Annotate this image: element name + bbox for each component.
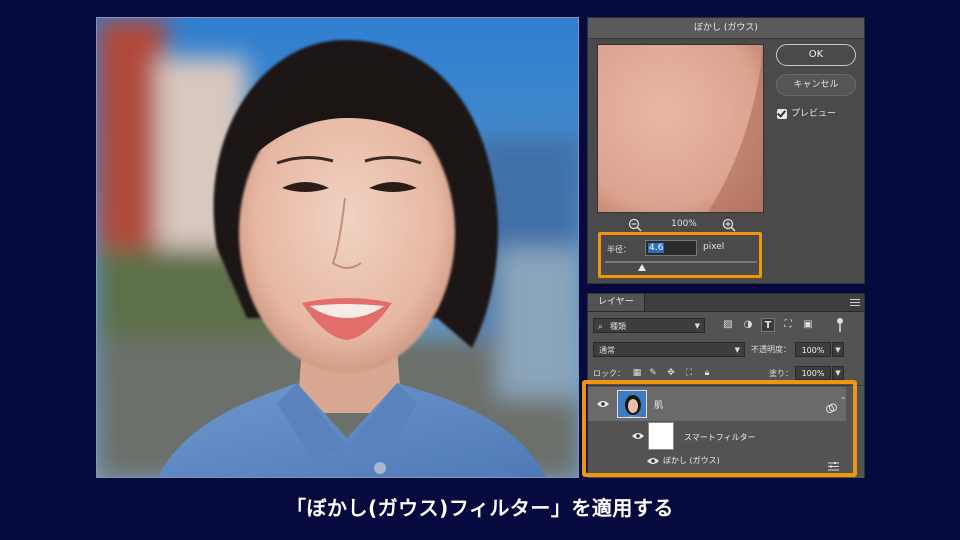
filter-toggle[interactable] (837, 318, 843, 332)
radius-unit: pixel (703, 242, 725, 252)
radius-slider-thumb[interactable] (638, 264, 646, 271)
preview-checkbox[interactable]: プレビュー (777, 106, 836, 120)
ok-button[interactable]: OK (776, 44, 856, 66)
checkbox-checked-icon[interactable] (777, 108, 787, 119)
gaussian-blur-dialog: ぼかし (ガウス) 100% OK キャンセル プレビュー 半径： 4.6 pi… (587, 17, 865, 284)
kind-filter-select[interactable]: ⌕ 種類 ▼ (593, 318, 705, 333)
smart-object-filter-icon[interactable]: ▣ (801, 318, 815, 332)
radius-value: 4.6 (648, 243, 665, 253)
type-filter-icon[interactable]: T (761, 318, 775, 332)
fill-label: 塗り： (769, 369, 793, 378)
chevron-down-icon: ▼ (694, 322, 700, 330)
blend-mode-select[interactable]: 通常 ▼ (593, 342, 745, 357)
kind-filter-value: 種類 (610, 322, 626, 331)
toggle-stem (839, 323, 841, 332)
layers-panel-header: レイヤー (588, 294, 864, 312)
cancel-button[interactable]: キャンセル (776, 74, 856, 96)
fill-input[interactable]: 100% (795, 366, 831, 380)
fill-chevron-icon[interactable]: ▼ (832, 366, 844, 380)
chevron-down-icon: ▼ (734, 346, 740, 354)
blend-mode-value: 通常 (599, 346, 615, 355)
preview-label: プレビュー (791, 109, 837, 119)
zoom-level: 100% (671, 219, 697, 229)
zoom-out-icon[interactable] (628, 217, 642, 232)
filter-row: ⌕ 種類 ▼ ▨ ◑ T ⛶ ▣ (593, 318, 861, 334)
radius-slider-track[interactable] (605, 261, 757, 263)
image-filter-icon[interactable]: ▨ (721, 318, 735, 332)
blur-preview[interactable] (597, 44, 764, 213)
lock-all-icon[interactable]: 🔒︎ (701, 367, 713, 379)
lock-position-icon[interactable]: ✥ (665, 367, 677, 379)
layer-group-highlight (582, 380, 857, 477)
radius-input[interactable]: 4.6 (645, 240, 697, 256)
blend-row: 通常 ▼ 不透明度： 100% ▼ (593, 342, 861, 358)
lock-paint-icon[interactable]: ✎ (647, 367, 659, 379)
opacity-input[interactable]: 100% (795, 342, 831, 357)
opacity-chevron-icon[interactable]: ▼ (832, 342, 844, 357)
zoom-in-icon[interactable] (722, 217, 736, 232)
lock-row: ロック： ▦ ✎ ✥ ⛶ 🔒︎ 塗り： 100% ▼ (593, 366, 861, 381)
tab-layers[interactable]: レイヤー (588, 294, 645, 311)
adjustment-filter-icon[interactable]: ◑ (741, 318, 755, 332)
caption: 「ぼかし(ガウス)フィルター」を適用する (286, 496, 674, 520)
zoom-controls: 100% (628, 217, 738, 233)
dialog-title: ぼかし (ガウス) (588, 18, 864, 39)
lock-transparency-icon[interactable]: ▦ (631, 367, 643, 379)
radius-label: 半径： (607, 245, 631, 254)
search-icon: ⌕ (598, 322, 604, 332)
radius-control-highlight: 半径： 4.6 pixel (598, 232, 762, 278)
panel-menu-icon[interactable] (850, 299, 860, 306)
opacity-label: 不透明度： (751, 345, 791, 354)
portrait-image (96, 17, 579, 478)
shape-filter-icon[interactable]: ⛶ (781, 318, 795, 332)
lock-label: ロック： (593, 369, 625, 378)
lock-artboard-icon[interactable]: ⛶ (683, 367, 695, 379)
